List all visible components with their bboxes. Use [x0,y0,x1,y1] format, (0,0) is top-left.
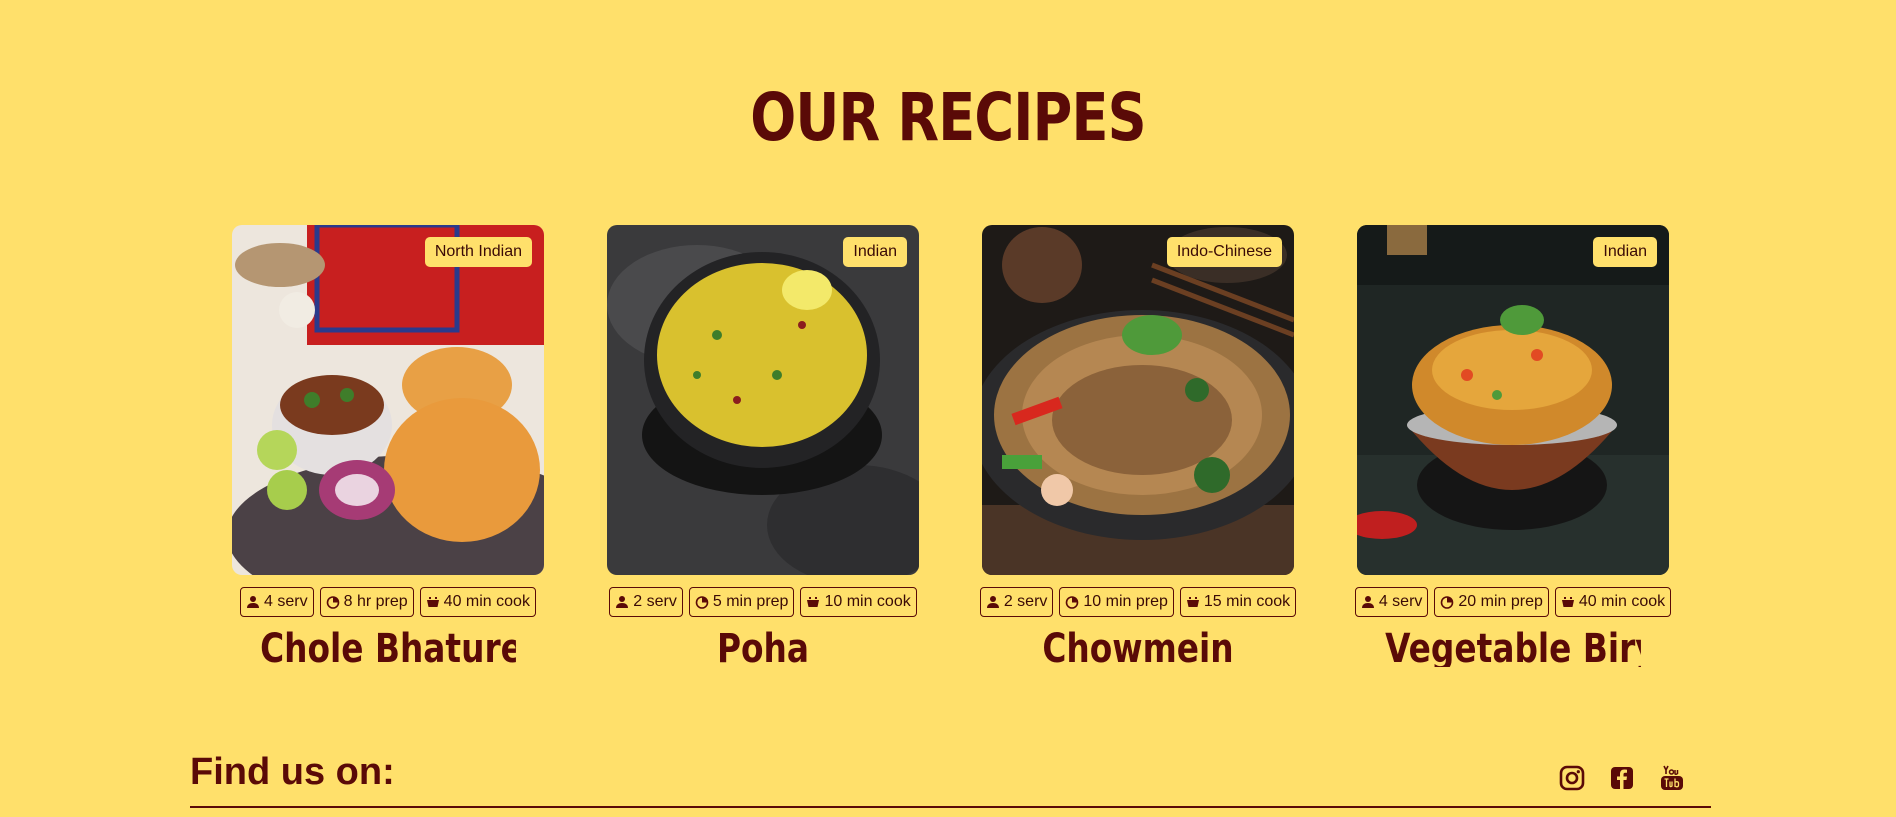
recipe-title[interactable]: Vegetable Biryani [1385,623,1641,667]
cuisine-badge: Indian [1593,237,1657,267]
person-icon [247,596,260,608]
timer-icon [1066,596,1079,609]
cook-text: 10 min cook [824,593,911,610]
cuisine-badge: North Indian [424,237,532,267]
prep-text: 20 min prep [1458,593,1543,610]
recipe-meta: 2 serv 5 min prep 10 min cook [607,587,919,617]
recipe-title[interactable]: Poha [635,623,891,667]
person-icon [986,596,999,608]
recipe-card[interactable]: Indo-Chinese 2 serv 10 min prep 15 min c… [979,225,1297,667]
person-icon [616,596,629,608]
social-links [1558,764,1686,792]
cook-chip: 40 min cook [1554,587,1672,617]
servings-chip: 4 serv [1354,587,1429,617]
recipe-cards: North Indian 4 serv 8 hr prep 40 min coo… [232,225,1672,667]
recipe-meta: 2 serv 10 min prep 15 min cook [979,587,1297,617]
cuisine-badge: Indian [843,237,907,267]
timer-icon [1441,596,1454,609]
servings-chip: 2 serv [609,587,683,617]
recipe-image[interactable]: Indian [607,225,919,575]
recipe-card[interactable]: Indian 4 serv 20 min prep 40 min cook Ve… [1354,225,1672,667]
pot-icon [1186,597,1199,607]
prep-chip: 10 min prep [1059,587,1174,617]
prep-chip: 5 min prep [688,587,795,617]
recipe-image[interactable]: Indo-Chinese [982,225,1294,575]
footer-title: Find us on: [190,751,395,793]
recipe-meta: 4 serv 20 min prep 40 min cook [1354,587,1672,617]
cook-text: 15 min cook [1203,593,1291,610]
prep-text: 8 hr prep [343,593,408,610]
pot-icon [426,597,439,607]
footer-divider [190,806,1711,808]
recipe-card[interactable]: North Indian 4 serv 8 hr prep 40 min coo… [232,225,544,667]
servings-text: 4 serv [1378,593,1423,610]
cook-text: 40 min cook [443,593,530,610]
recipe-title[interactable]: Chole Bhature [260,623,516,667]
cook-chip: 10 min cook [800,587,917,617]
prep-chip: 8 hr prep [319,587,414,617]
prep-text: 10 min prep [1083,593,1168,610]
facebook-link[interactable] [1608,764,1636,792]
person-icon [1361,596,1374,608]
instagram-link[interactable] [1558,764,1586,792]
pot-icon [1561,597,1574,607]
timer-icon [326,596,339,609]
recipe-title[interactable]: Chowmein [1010,623,1266,667]
recipe-card[interactable]: Indian 2 serv 5 min prep 10 min cook Poh… [607,225,919,667]
recipe-image[interactable]: North Indian [232,225,544,575]
servings-chip: 4 serv [240,587,314,617]
instagram-icon [1559,765,1585,791]
prep-chip: 20 min prep [1434,587,1549,617]
cuisine-badge: Indo-Chinese [1166,237,1282,267]
youtube-icon [1661,765,1683,790]
prep-text: 5 min prep [712,593,789,610]
section-title: OUR RECIPES [750,79,1146,156]
servings-text: 2 serv [1003,593,1048,610]
servings-chip: 2 serv [979,587,1054,617]
recipe-image[interactable]: Indian [1357,225,1669,575]
cook-chip: 15 min cook [1179,587,1297,617]
pot-icon [807,597,820,607]
cook-chip: 40 min cook [419,587,536,617]
servings-text: 4 serv [264,593,308,610]
servings-text: 2 serv [633,593,677,610]
youtube-link[interactable] [1658,764,1686,792]
timer-icon [695,596,709,609]
recipe-meta: 4 serv 8 hr prep 40 min cook [232,587,544,617]
facebook-icon [1611,767,1633,789]
cook-text: 40 min cook [1578,593,1666,610]
